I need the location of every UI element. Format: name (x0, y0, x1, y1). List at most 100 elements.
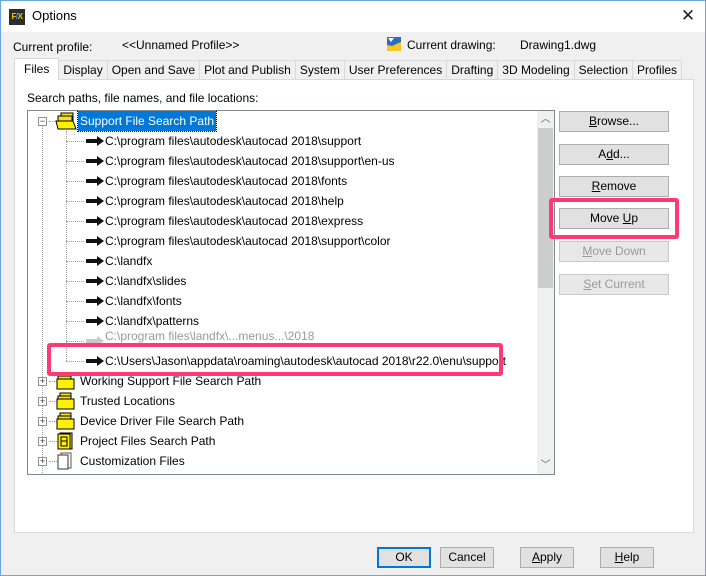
tree-connector (66, 321, 84, 322)
move-up-button[interactable]: Move Up (559, 208, 669, 229)
tab-user-preferences[interactable]: User Preferences (344, 60, 448, 80)
path-arrow-icon (86, 296, 104, 306)
title-bar: F/X Options ✕ (1, 1, 705, 32)
app-icon: F/X (9, 9, 25, 25)
tab-system[interactable]: System (295, 60, 345, 80)
drawing-file-icon (387, 37, 401, 51)
folder-open-stack-icon (55, 112, 77, 130)
project-files-icon (57, 432, 73, 450)
tree-connector (66, 261, 84, 262)
tree-path-label: C:\program files\autodesk\autocad 2018\f… (105, 174, 348, 188)
close-icon: ✕ (680, 6, 696, 25)
path-arrow-icon (86, 276, 104, 286)
tab-3d-modeling[interactable]: 3D Modeling (498, 60, 575, 80)
path-arrow-icon (86, 316, 104, 326)
path-arrow-icon (86, 236, 104, 246)
tree-path-label: C:\program files\autodesk\autocad 2018\h… (105, 194, 344, 208)
tree-path-label: C:\landfx (105, 254, 153, 268)
tree-connector (66, 361, 84, 362)
tree-node-project-files-search-path[interactable]: + Project Files Search Path (28, 431, 528, 451)
tab-bar: Files Display Open and Save Plot and Pub… (14, 58, 683, 80)
path-arrow-icon (86, 156, 104, 166)
tab-open-and-save[interactable]: Open and Save (107, 60, 201, 80)
tree-connector (66, 301, 84, 302)
tab-files[interactable]: Files (14, 58, 60, 80)
remove-button[interactable]: Remove (559, 176, 669, 197)
tree-path-item[interactable]: C:\program files\landfx\...menus...\2018 (28, 329, 528, 351)
tree-node-working-support-file-search-path[interactable]: + Working Support File Search Path (28, 371, 528, 391)
browse-button[interactable]: Browse... (559, 111, 669, 132)
tree-path-item[interactable]: C:\landfx (28, 251, 528, 271)
tree-path-item[interactable]: C:\landfx\slides (28, 271, 528, 291)
current-profile-label: Current profile: (13, 40, 93, 54)
move-down-button[interactable]: Move Down (559, 241, 669, 262)
path-arrow-icon (86, 356, 104, 366)
window-title: Options (32, 8, 77, 23)
path-arrow-icon (86, 216, 104, 226)
tree-path-item[interactable]: C:\program files\autodesk\autocad 2018\s… (28, 131, 528, 151)
expand-icon[interactable]: + (38, 437, 47, 446)
tree-node-label: Support File Search Path (76, 111, 218, 132)
set-current-button[interactable]: Set Current (559, 274, 669, 295)
tree-connector (66, 221, 84, 222)
tree-node-label: Device Driver File Search Path (80, 414, 245, 428)
tab-drafting[interactable]: Drafting (447, 60, 499, 80)
tree-connector (66, 161, 84, 162)
tree-node-customization-files[interactable]: + Customization Files (28, 451, 528, 471)
tree-path-item[interactable]: C:\landfx\fonts (28, 291, 528, 311)
path-arrow-icon (86, 196, 104, 206)
tree-node-label: Customization Files (80, 454, 185, 468)
current-drawing-label: Current drawing: (407, 38, 496, 52)
tree-node-support-file-search-path[interactable]: − Support File Search Path (28, 111, 528, 132)
tree-path-item[interactable]: C:\Users\Jason\appdata\roaming\autodesk\… (28, 351, 528, 371)
tree-path-label: C:\landfx\fonts (105, 294, 182, 308)
options-dialog: F/X Options ✕ Current profile: <<Unnamed… (0, 0, 706, 576)
tree-path-label: C:\program files\autodesk\autocad 2018\s… (105, 234, 391, 248)
tree-connector (66, 181, 84, 182)
scroll-down-icon[interactable]: ﹀ (537, 457, 554, 474)
scroll-thumb[interactable] (538, 128, 553, 288)
close-button[interactable]: ✕ (671, 1, 705, 32)
tree-path-item[interactable]: C:\program files\autodesk\autocad 2018\e… (28, 211, 528, 231)
tree-connector (66, 201, 84, 202)
collapse-icon[interactable]: − (38, 117, 47, 126)
tree-path-label: C:\program files\landfx\...menus...\2018 (105, 329, 315, 343)
search-paths-label: Search paths, file names, and file locat… (27, 91, 259, 105)
tree-node-label: Trusted Locations (80, 394, 175, 408)
tree-node-device-driver-file-search-path[interactable]: + Device Driver File Search Path (28, 411, 528, 431)
tree-vertical-scrollbar[interactable]: ︿ ﹀ (537, 111, 554, 474)
tree-connector (66, 341, 84, 342)
path-arrow-icon (86, 256, 104, 266)
tab-display[interactable]: Display (59, 60, 108, 80)
scroll-up-icon[interactable]: ︿ (537, 111, 554, 128)
apply-button[interactable]: Apply (520, 547, 574, 568)
current-drawing-value: Drawing1.dwg (520, 38, 597, 52)
folder-stack-icon (56, 392, 75, 410)
tree-path-item[interactable]: C:\program files\autodesk\autocad 2018\s… (28, 151, 528, 171)
tab-profiles[interactable]: Profiles (633, 60, 683, 80)
tree-path-item[interactable]: C:\program files\autodesk\autocad 2018\s… (28, 231, 528, 251)
add-button[interactable]: Add... (559, 144, 669, 165)
expand-icon[interactable]: + (38, 417, 47, 426)
tree-path-item[interactable]: C:\program files\autodesk\autocad 2018\f… (28, 171, 528, 191)
tab-plot-and-publish[interactable]: Plot and Publish (200, 60, 296, 80)
tree-path-label: C:\Users\Jason\appdata\roaming\autodesk\… (105, 354, 506, 368)
expand-icon[interactable]: + (38, 397, 47, 406)
tree-node-label: Project Files Search Path (80, 434, 216, 448)
expand-icon[interactable]: + (38, 377, 47, 386)
tree-connector (66, 141, 84, 142)
tab-selection[interactable]: Selection (574, 60, 634, 80)
tree-path-label: C:\program files\autodesk\autocad 2018\s… (105, 134, 362, 148)
document-stack-icon (57, 452, 72, 470)
folder-stack-icon (56, 372, 75, 390)
help-button[interactable]: Help (600, 547, 654, 568)
path-arrow-icon (86, 336, 104, 346)
search-path-tree[interactable]: − Support File Search Path C:\program fi… (27, 110, 555, 475)
tree-path-item[interactable]: C:\program files\autodesk\autocad 2018\h… (28, 191, 528, 211)
expand-icon[interactable]: + (38, 457, 47, 466)
cancel-button[interactable]: Cancel (440, 547, 494, 568)
ok-button[interactable]: OK (377, 547, 431, 568)
folder-stack-icon (56, 412, 75, 430)
path-arrow-icon (86, 136, 104, 146)
tree-node-trusted-locations[interactable]: + Trusted Locations (28, 391, 528, 411)
